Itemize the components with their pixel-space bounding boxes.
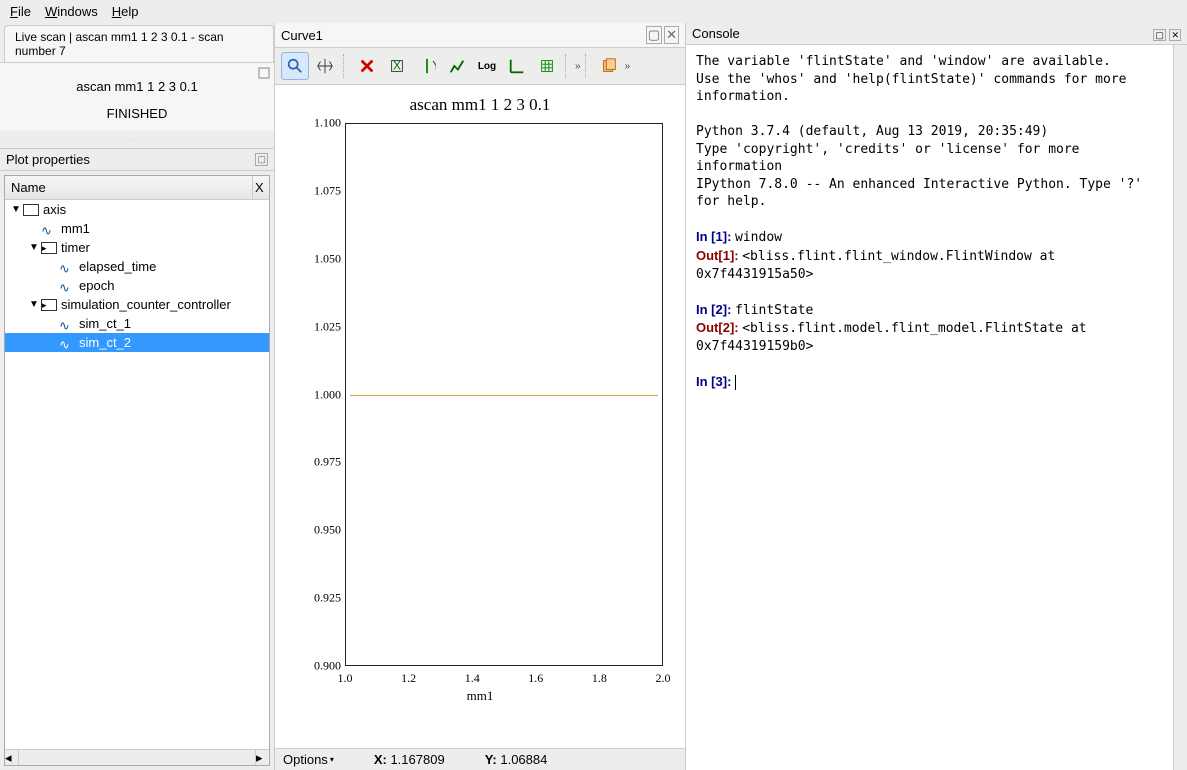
tab-live-scan[interactable]: Live scan | ascan mm1 1 2 3 0.1 - scan n… xyxy=(4,25,274,62)
wave-icon: ∿ xyxy=(41,223,57,235)
xtick: 1.8 xyxy=(592,671,607,686)
wave-icon: ∿ xyxy=(59,337,75,349)
scan-title: ascan mm1 1 2 3 0.1 xyxy=(4,79,270,94)
tree-hscrollbar[interactable]: ◂▸ xyxy=(5,749,269,765)
ytick: 1.025 xyxy=(314,319,341,334)
cursor-x: X: 1.167809 xyxy=(374,752,445,767)
float-icon[interactable]: ▢ xyxy=(646,26,662,44)
ytick: 1.000 xyxy=(314,387,341,402)
dock-icon[interactable]: ▢ xyxy=(255,153,268,166)
curve-title: Curve1 xyxy=(281,28,646,43)
menu-help[interactable]: Help xyxy=(112,4,139,19)
console-title: Console xyxy=(692,26,740,41)
toolbar-overflow[interactable]: » xyxy=(575,61,581,72)
ytick: 1.100 xyxy=(314,116,341,131)
tree-axis[interactable]: ▼ axis xyxy=(5,200,269,219)
fit-y[interactable]: Y xyxy=(413,52,441,80)
tree-simulation-counter-controller[interactable]: ▼ ▸ simulation_counter_controller xyxy=(5,295,269,314)
toolbar-overflow-2[interactable]: » xyxy=(625,61,631,72)
tree-header: Name X xyxy=(5,176,269,200)
plot-title: ascan mm1 1 2 3 0.1 xyxy=(285,95,675,115)
log-y[interactable]: Log xyxy=(473,52,501,80)
left-panel: Live scan | ascan mm1 1 2 3 0.1 - scan n… xyxy=(0,23,275,770)
data-series-line xyxy=(350,395,658,397)
options-menu[interactable]: Options▾ xyxy=(283,752,334,767)
tree-header-x[interactable]: X xyxy=(253,176,269,199)
xtick: 2.0 xyxy=(656,671,671,686)
axis-icon xyxy=(23,204,39,216)
separator-dots: · · · · xyxy=(0,131,274,148)
plot-toolbar: X Y Log » » xyxy=(275,48,685,85)
xtick: 1.4 xyxy=(465,671,480,686)
menu-file[interactable]: File xyxy=(10,4,31,19)
plot-status-bar: Options▾ X: 1.167809 Y: 1.06884 xyxy=(275,748,685,770)
plot-properties-label: Plot properties xyxy=(6,152,90,167)
remove-curve[interactable] xyxy=(353,52,381,80)
detach-icon[interactable] xyxy=(258,67,270,79)
controller-icon: ▸ xyxy=(41,242,57,254)
tree-header-name[interactable]: Name xyxy=(5,176,253,199)
cursor-y: Y: 1.06884 xyxy=(485,752,548,767)
tree-timer[interactable]: ▼ ▸ timer xyxy=(5,238,269,257)
xtick: 1.0 xyxy=(338,671,353,686)
svg-text:Y: Y xyxy=(432,60,436,73)
console-panel: Console ▢ ✕ The variable 'flintState' an… xyxy=(685,23,1187,770)
scan-info: ascan mm1 1 2 3 0.1 FINISHED xyxy=(0,62,274,131)
ytick: 1.050 xyxy=(314,251,341,266)
wave-icon: ∿ xyxy=(59,280,75,292)
wave-icon: ∿ xyxy=(59,318,75,330)
pan-tool[interactable] xyxy=(311,52,339,80)
xtick: 1.2 xyxy=(401,671,416,686)
svg-text:X: X xyxy=(393,60,401,73)
tab-bar: Live scan | ascan mm1 1 2 3 0.1 - scan n… xyxy=(0,23,274,62)
property-tree: Name X ▼ axis ∿ mm1 ▼ ▸ timer xyxy=(4,175,270,766)
tree-sim-ct-2[interactable]: ∿ sim_ct_2 xyxy=(5,333,269,352)
ytick: 0.950 xyxy=(314,523,341,538)
console-output[interactable]: The variable 'flintState' and 'window' a… xyxy=(686,45,1173,770)
float-icon[interactable]: ▢ xyxy=(1153,29,1166,41)
ytick: 1.075 xyxy=(314,183,341,198)
ytick: 0.975 xyxy=(314,455,341,470)
xtick: 1.6 xyxy=(528,671,543,686)
xlabel: mm1 xyxy=(467,688,494,704)
tree-mm1[interactable]: ∿ mm1 xyxy=(5,219,269,238)
axes-config[interactable] xyxy=(503,52,531,80)
fit-x[interactable]: X xyxy=(383,52,411,80)
grid-toggle[interactable] xyxy=(533,52,561,80)
tree-sim-ct-1[interactable]: ∿ sim_ct_1 xyxy=(5,314,269,333)
tree-elapsed-time[interactable]: ∿ elapsed_time xyxy=(5,257,269,276)
tree-epoch[interactable]: ∿ epoch xyxy=(5,276,269,295)
ytick: 0.925 xyxy=(314,591,341,606)
copy-plot[interactable] xyxy=(595,52,623,80)
plot-area[interactable]: ascan mm1 1 2 3 0.1 0.9000.9250.9500.975… xyxy=(275,85,685,748)
console-vscrollbar[interactable] xyxy=(1173,45,1187,770)
scan-status: FINISHED xyxy=(4,106,270,121)
wave-icon: ∿ xyxy=(59,261,75,273)
autoscale[interactable] xyxy=(443,52,471,80)
zoom-tool[interactable] xyxy=(281,52,309,80)
close-icon[interactable]: ✕ xyxy=(1169,29,1181,41)
controller-icon: ▸ xyxy=(41,299,57,311)
close-icon[interactable]: ✕ xyxy=(664,26,679,44)
menubar: File Windows Help xyxy=(0,0,1187,23)
plot-panel: Curve1 ▢ ✕ X Y Log » » ascan mm1 1 2 3 0… xyxy=(275,23,685,770)
menu-windows[interactable]: Windows xyxy=(45,4,98,19)
